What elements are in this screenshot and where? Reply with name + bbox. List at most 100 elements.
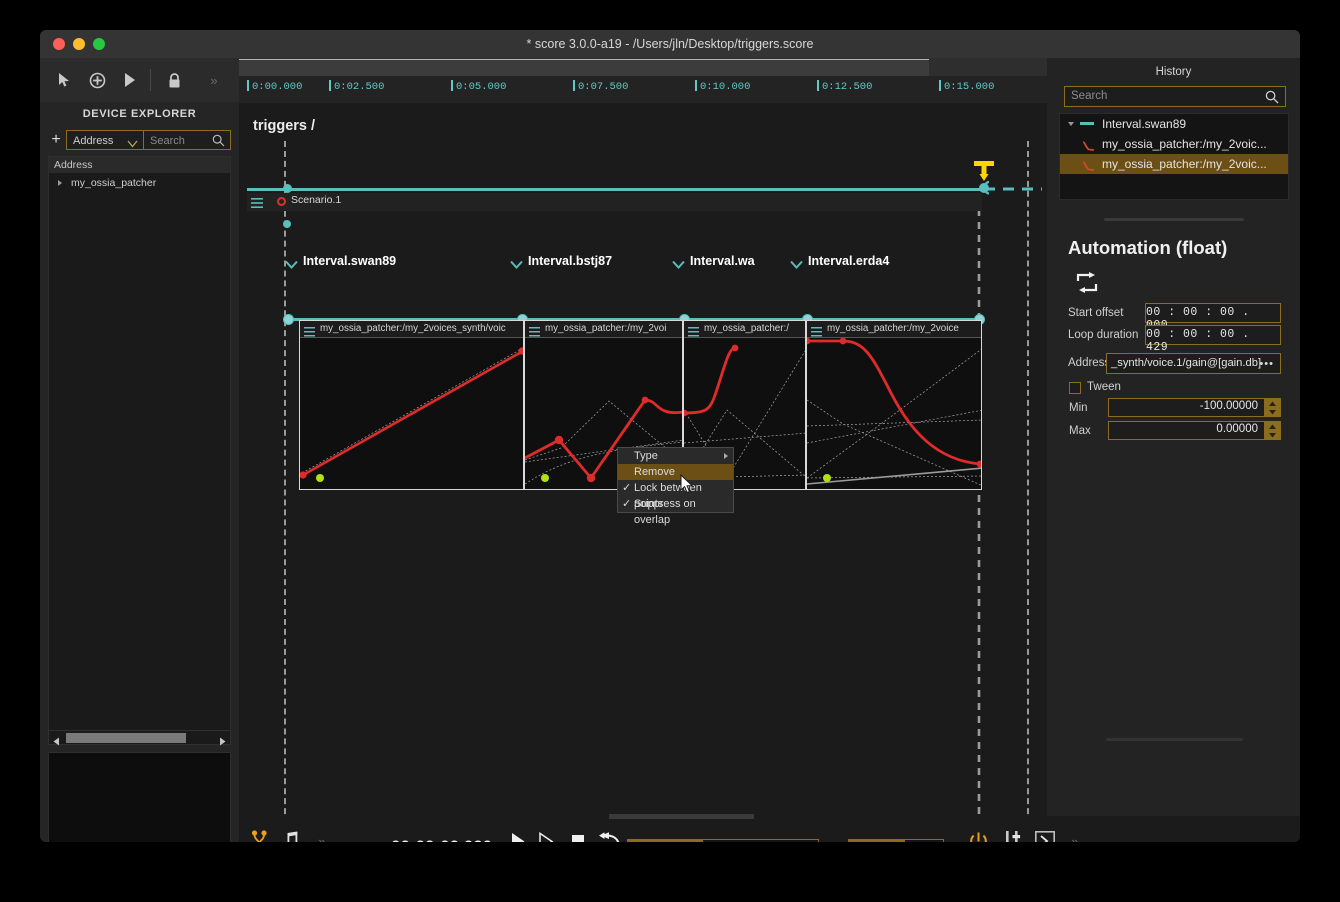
chevron-down-icon[interactable] <box>285 260 298 272</box>
slot-menu-icon[interactable] <box>304 324 315 337</box>
power-icon[interactable] <box>966 827 990 842</box>
history-list[interactable]: Interval.swan89 my_ossia_patcher:/my_2vo… <box>1059 113 1289 200</box>
automation-slot-0[interactable]: my_ossia_patcher:/my_2voices_synth/voic <box>299 320 524 490</box>
play-icon[interactable] <box>507 827 529 842</box>
interval-title-3[interactable]: Interval.erda4 <box>808 254 889 268</box>
loop-duration-label: Loop duration <box>1068 329 1139 341</box>
menu-item-remove[interactable]: Remove <box>618 464 733 480</box>
rewind-icon[interactable] <box>597 827 623 842</box>
speed-slider[interactable]: speed: × 1.00 <box>627 839 819 842</box>
automation-curve-0[interactable] <box>300 338 524 490</box>
slot-state-dot-3[interactable] <box>823 474 831 482</box>
menu-item-suppress-on-overlap[interactable]: ✓ Suppress on overlap <box>618 496 733 526</box>
menu-item-lock-between-points[interactable]: ✓ Lock between points <box>618 480 733 510</box>
chevron-down-icon[interactable] <box>1068 122 1074 126</box>
slot-body-3[interactable] <box>807 337 982 490</box>
chevron-down-icon <box>127 135 138 155</box>
scroll-right-icon[interactable] <box>218 733 227 746</box>
slot-body-0[interactable] <box>300 338 523 489</box>
slot-header-2[interactable]: my_ossia_patcher:/ <box>684 321 805 338</box>
history-item-label: Interval.swan89 <box>1102 117 1187 131</box>
search-icon <box>212 134 225 154</box>
automation-curve-3[interactable] <box>807 337 982 490</box>
transport-time-display[interactable]: 00:00:00.000 <box>391 837 492 842</box>
device-tree[interactable]: Address my_ossia_patcher <box>48 156 231 736</box>
interval-title-2[interactable]: Interval.wa <box>690 254 758 271</box>
scroll-left-icon[interactable] <box>52 733 61 746</box>
score-tree-icon[interactable] <box>247 827 271 842</box>
score-canvas[interactable]: triggers / Scenario.1 Interval.swan89 In… <box>239 103 1047 842</box>
root-start-node[interactable] <box>283 184 292 193</box>
play-outline-icon[interactable] <box>535 827 557 842</box>
address-more-button[interactable]: ••• <box>1259 358 1274 370</box>
interval-node-0[interactable] <box>283 314 294 325</box>
loop-icon[interactable] <box>1075 272 1099 294</box>
chevron-down-icon[interactable] <box>672 260 685 272</box>
transport-bar: » 00:00:00.000 speed: × 1.00 <box>239 814 1300 843</box>
max-field[interactable]: 0.00000 <box>1108 421 1281 440</box>
mixer-icon[interactable] <box>1000 827 1024 842</box>
slot-state-dot-0[interactable] <box>316 474 324 482</box>
max-label: Max <box>1069 425 1091 437</box>
inspector-bottom-splitter[interactable] <box>1106 738 1243 741</box>
pointer-icon[interactable] <box>52 68 76 92</box>
add-node-icon[interactable] <box>85 68 109 92</box>
overflow-icon[interactable]: » <box>314 827 330 843</box>
automation-slot-3[interactable]: my_ossia_patcher:/my_2voice <box>806 320 982 490</box>
console-icon[interactable] <box>1033 827 1057 842</box>
history-item-0[interactable]: Interval.swan89 <box>1060 114 1288 134</box>
loop-duration-field[interactable]: 00 : 00 : 00 . 429 <box>1145 325 1281 354</box>
start-offset-field[interactable]: 00 : 00 : 00 . 000 <box>1145 303 1281 332</box>
timeline-ruler[interactable]: 0:00.000 0:02.500 0:05.000 0:07.500 0:10… <box>239 76 1047 103</box>
scenario-menu-icon[interactable] <box>251 196 263 208</box>
timeline-scroll-thumb[interactable] <box>239 59 929 76</box>
min-stepper[interactable] <box>1264 399 1280 416</box>
slot-menu-icon[interactable] <box>529 324 540 337</box>
timeline-hscrollbar[interactable] <box>239 58 1047 76</box>
music-note-icon[interactable] <box>279 827 303 842</box>
context-menu[interactable]: Type Remove ✓ Lock between points ✓ Supp… <box>617 447 734 526</box>
device-detail-area <box>48 752 231 842</box>
slot-header-3[interactable]: my_ossia_patcher:/my_2voice <box>807 321 981 338</box>
overflow-icon[interactable]: » <box>1067 827 1083 843</box>
device-search-input[interactable]: Search <box>144 130 231 150</box>
toolbar-divider <box>150 69 151 91</box>
scenario-branch-node[interactable] <box>283 220 291 228</box>
chevron-down-icon[interactable] <box>790 260 803 272</box>
play-icon[interactable] <box>118 68 142 92</box>
scenario-slot-row[interactable]: Scenario.1 <box>247 193 982 211</box>
root-interval-line[interactable] <box>247 188 987 191</box>
panel-splitter[interactable] <box>1104 218 1244 221</box>
interval-title-0[interactable]: Interval.swan89 <box>303 254 396 268</box>
trigger-marker[interactable] <box>970 161 996 195</box>
interval-title-1[interactable]: Interval.bstj87 <box>528 254 612 268</box>
check-icon: ✓ <box>622 498 632 510</box>
device-tree-hscrollbar[interactable] <box>48 730 231 746</box>
slot-menu-icon[interactable] <box>811 324 822 337</box>
chevron-down-icon[interactable] <box>510 260 523 272</box>
address-filter-select[interactable]: Address <box>66 130 144 150</box>
slot-state-dot-1[interactable] <box>541 474 549 482</box>
lock-icon[interactable] <box>162 68 186 92</box>
add-device-button[interactable]: + <box>48 132 64 148</box>
hscroll-thumb[interactable] <box>66 733 186 743</box>
slot-header-1[interactable]: my_ossia_patcher:/my_2voi <box>525 321 682 338</box>
overflow-icon[interactable]: » <box>202 68 226 92</box>
max-stepper[interactable] <box>1264 422 1280 439</box>
tree-item-my-ossia-patcher[interactable]: my_ossia_patcher <box>49 175 230 191</box>
history-search-input[interactable]: Search <box>1064 86 1286 107</box>
volume-slider[interactable]: vol: -6.0 dB <box>848 839 944 842</box>
menu-item-type[interactable]: Type <box>618 448 733 464</box>
history-item-label: my_ossia_patcher:/my_2voic... <box>1102 157 1267 171</box>
address-filter-label: Address <box>73 135 114 147</box>
slot-menu-icon[interactable] <box>688 324 699 337</box>
slot-header-0[interactable]: my_ossia_patcher:/my_2voices_synth/voic <box>300 321 523 338</box>
tween-checkbox[interactable] <box>1069 382 1081 394</box>
history-item-1[interactable]: my_ossia_patcher:/my_2voic... <box>1060 134 1288 154</box>
chevron-right-icon[interactable] <box>58 180 62 186</box>
min-field[interactable]: -100.00000 <box>1108 398 1281 417</box>
ruler-tick-6: 0:15.000 <box>944 81 995 93</box>
address-field[interactable]: _synth/voice.1/gain@[gain.db] ••• <box>1106 353 1281 374</box>
history-item-2[interactable]: my_ossia_patcher:/my_2voic... <box>1060 154 1288 174</box>
stop-icon[interactable] <box>567 827 589 842</box>
